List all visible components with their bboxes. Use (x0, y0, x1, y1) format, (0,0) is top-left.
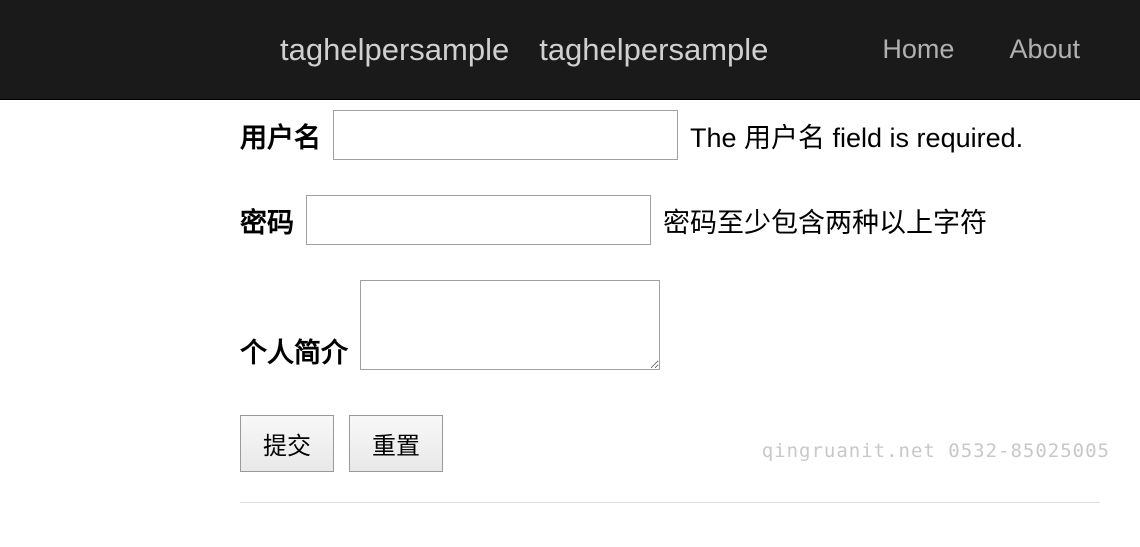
nav-links: Home About (882, 34, 1080, 65)
password-row: 密码 密码至少包含两种以上字符 (240, 195, 1140, 245)
nav-link-home[interactable]: Home (882, 34, 954, 65)
username-row: 用户名 The 用户名 field is required. (240, 110, 1140, 160)
username-label: 用户名 (240, 116, 321, 155)
username-validation: The 用户名 field is required. (690, 116, 1023, 155)
password-label: 密码 (240, 201, 294, 240)
divider (240, 502, 1100, 503)
navbar: taghelpersample taghelpersample Home Abo… (0, 0, 1140, 100)
brand-1[interactable]: taghelpersample (280, 32, 509, 68)
username-input[interactable] (333, 110, 678, 160)
reset-button[interactable]: 重置 (349, 415, 443, 472)
password-validation: 密码至少包含两种以上字符 (663, 201, 987, 240)
navbar-content: taghelpersample taghelpersample Home Abo… (280, 32, 1100, 68)
nav-link-about[interactable]: About (1009, 34, 1080, 65)
submit-button[interactable]: 提交 (240, 415, 334, 472)
bio-textarea[interactable] (360, 280, 660, 370)
bio-label: 个人简介 (240, 331, 348, 370)
brand-2[interactable]: taghelpersample (539, 32, 768, 68)
bio-row: 个人简介 (240, 280, 1140, 370)
password-input[interactable] (306, 195, 651, 245)
watermark: qingruanit.net 0532-85025005 (762, 440, 1110, 462)
